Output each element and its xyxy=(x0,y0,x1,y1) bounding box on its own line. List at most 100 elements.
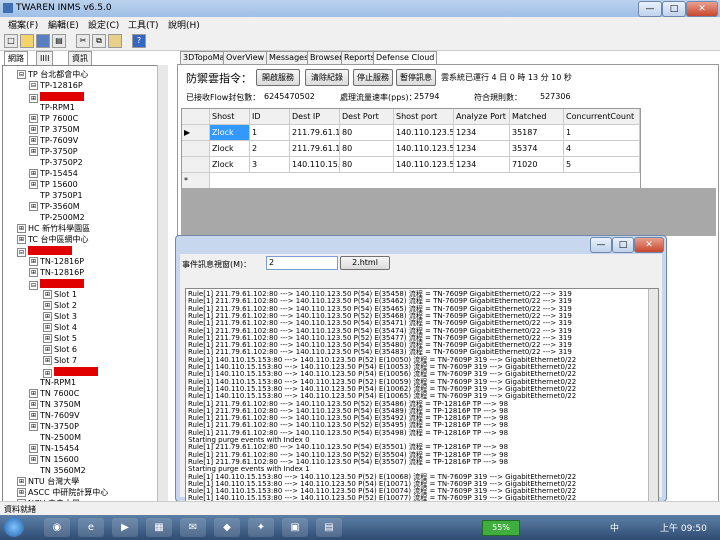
rules-grid[interactable]: Shost ID Dest IP Dest Port Shost port Analyze… xyxy=(181,108,641,190)
grid-cell[interactable]: 71020 xyxy=(510,157,564,173)
grid-cell[interactable]: 3 xyxy=(250,157,290,173)
grid-cell[interactable]: 211.79.61.102 xyxy=(290,141,340,157)
tree-toggle-icon[interactable]: ⊞ xyxy=(17,235,26,244)
grid-column-header[interactable]: ID xyxy=(250,109,290,125)
tree-node[interactable]: ⊟ TP 台北都會中心 xyxy=(17,70,88,80)
tree-toggle-icon[interactable]: ⊟ xyxy=(17,248,26,257)
tree-toggle-icon[interactable]: ⊞ xyxy=(29,411,38,420)
tree-toggle-icon[interactable]: ⊞ xyxy=(29,257,38,266)
paste-icon[interactable] xyxy=(108,34,122,48)
tree-toggle-icon[interactable]: ⊞ xyxy=(29,114,38,123)
tree-node[interactable]: ⊞ Slot 1 xyxy=(43,290,77,300)
grid-cell[interactable]: 80 xyxy=(340,141,394,157)
start-button[interactable] xyxy=(4,517,24,537)
row-header[interactable] xyxy=(182,141,210,157)
tree-node[interactable]: ⊞ NTU 台灣大學 xyxy=(17,477,79,487)
tree-node[interactable]: TN-2500M xyxy=(29,433,81,443)
grid-cell[interactable]: Zlock xyxy=(210,125,250,141)
event-log[interactable]: Rule[1] 211.79.61.102:80 ---> 140.110.12… xyxy=(185,288,659,516)
tree-toggle-icon[interactable]: ⊞ xyxy=(43,301,52,310)
tree-node[interactable]: ⊟ TP-12816P xyxy=(29,81,83,91)
grid-column-header[interactable]: Dest IP xyxy=(290,109,340,125)
maximize-button[interactable]: □ xyxy=(662,1,686,17)
tree-toggle-icon[interactable]: ⊞ xyxy=(29,147,38,156)
tree-toggle-icon[interactable]: ⊟ xyxy=(29,281,38,290)
grid-column-header[interactable]: ConcurrentCount xyxy=(564,109,640,125)
taskbar-app-6-icon[interactable]: ◆ xyxy=(214,518,240,537)
print-icon[interactable]: ▤ xyxy=(52,34,66,48)
grid-cell[interactable]: 80 xyxy=(340,157,394,173)
tree-node[interactable]: ⊞ TN-7609V xyxy=(29,411,80,421)
ime-indicator[interactable]: 中 xyxy=(610,521,619,534)
tree-toggle-icon[interactable]: ⊞ xyxy=(17,488,26,497)
taskbar-app-9-icon[interactable]: ▤ xyxy=(316,518,342,537)
clock[interactable]: 上午 09:50 xyxy=(660,521,707,534)
tab-browser[interactable]: Browser xyxy=(307,51,346,65)
menu-settings[interactable]: 設定(C) xyxy=(88,18,119,31)
tree-toggle-icon[interactable]: ⊞ xyxy=(29,94,38,103)
menu-file[interactable]: 檔案(F) xyxy=(8,18,38,31)
row-header[interactable]: ▶ xyxy=(182,125,210,141)
tree-node[interactable]: ⊞ Slot 4 xyxy=(43,323,77,333)
grid-cell[interactable]: 1234 xyxy=(454,141,510,157)
device-tree[interactable]: ⊟ TP 台北都會中心 ⊟ TP-12816P ⊞ TP-RPM1 ⊞ TP 7600C ⊞ TP… xyxy=(2,65,168,503)
taskbar-app-8-icon[interactable]: ▣ xyxy=(282,518,308,537)
tree-node[interactable]: TP-RPM1 xyxy=(29,103,75,113)
grid-cell[interactable]: 1234 xyxy=(454,125,510,141)
pause-messages-button[interactable]: 暫停訊息 xyxy=(396,69,436,86)
grid-cell[interactable]: 1 xyxy=(564,125,640,141)
menu-help[interactable]: 說明(H) xyxy=(168,18,200,31)
tree-node[interactable]: ⊞ TP-15454 xyxy=(29,169,78,179)
event-input[interactable]: 2 xyxy=(266,256,338,270)
tree-node[interactable]: ⊞ TN-12816P xyxy=(29,268,84,278)
tree-toggle-icon[interactable]: ⊞ xyxy=(29,202,38,211)
tree-toggle-icon[interactable]: ⊞ xyxy=(29,455,38,464)
grid-cell[interactable]: 5 xyxy=(564,157,640,173)
tree-toggle-icon[interactable]: ⊞ xyxy=(43,356,52,365)
grid-cell[interactable]: 35187 xyxy=(510,125,564,141)
grid-column-header[interactable]: Shost port xyxy=(394,109,454,125)
tree-node[interactable]: TN-RPM1 xyxy=(29,378,76,388)
copy-icon[interactable]: ⧉ xyxy=(92,34,106,48)
tab-second[interactable]: IIII xyxy=(36,51,54,65)
tree-node[interactable]: ⊞ TP-7609V xyxy=(29,136,78,146)
tree-toggle-icon[interactable]: ⊞ xyxy=(43,334,52,343)
grid-cell[interactable]: 211.79.61.102 xyxy=(290,125,340,141)
help-icon[interactable]: ? xyxy=(132,34,146,48)
tree-node[interactable]: ⊞ HC 新竹科學園區 xyxy=(17,224,90,234)
grid-cell[interactable]: 80 xyxy=(340,125,394,141)
dialog-close-button[interactable]: ✕ xyxy=(634,237,664,253)
tree-toggle-icon[interactable]: ⊞ xyxy=(29,389,38,398)
tree-toggle-icon[interactable]: ⊞ xyxy=(29,169,38,178)
grid-cell[interactable]: 4 xyxy=(564,141,640,157)
tree-node[interactable]: ⊞ ASCC 中研院計算中心 xyxy=(17,488,108,498)
tree-toggle-icon[interactable]: ⊞ xyxy=(29,444,38,453)
grid-cell[interactable]: 140.110.123.50 xyxy=(394,125,454,141)
grid-column-header[interactable]: Dest Port xyxy=(340,109,394,125)
tree-node[interactable]: ⊞ TN-12816P xyxy=(29,257,84,267)
tree-scrollbar[interactable] xyxy=(157,65,168,501)
grid-cell[interactable]: 1 xyxy=(250,125,290,141)
grid-cell[interactable]: 140.110.123.50 xyxy=(394,157,454,173)
tree-node[interactable]: ⊞ TN 15600 xyxy=(29,455,79,465)
tab-defense-cloud[interactable]: Defense Cloud xyxy=(373,51,438,65)
dialog-minimize-button[interactable]: — xyxy=(590,237,612,253)
tree-toggle-icon[interactable]: ⊞ xyxy=(43,369,52,378)
grid-column-header[interactable]: Shost xyxy=(210,109,250,125)
menu-edit[interactable]: 編輯(E) xyxy=(48,18,79,31)
grid-cell[interactable]: 140.110.123.50 xyxy=(394,141,454,157)
tree-toggle-icon[interactable]: ⊞ xyxy=(17,224,26,233)
grid-column-header[interactable]: Analyze Port xyxy=(454,109,510,125)
grid-cell[interactable]: 140.110.15.153 xyxy=(290,157,340,173)
tree-node[interactable]: ⊞ TP-3750P xyxy=(29,147,78,157)
start-service-button[interactable]: 開啟服務 xyxy=(256,69,300,86)
tree-node[interactable]: TP-3750P2 xyxy=(29,158,83,168)
tree-node[interactable]: TP 3750P1 xyxy=(29,191,83,201)
new-icon[interactable]: □ xyxy=(4,34,18,48)
tree-toggle-icon[interactable]: ⊞ xyxy=(29,268,38,277)
taskbar-app-4-icon[interactable]: ▦ xyxy=(146,518,172,537)
dialog-maximize-button[interactable]: □ xyxy=(612,237,634,253)
grid-cell[interactable]: 1234 xyxy=(454,157,510,173)
tree-node[interactable]: ⊞ TP 7600C xyxy=(29,114,78,124)
tree-node[interactable]: ⊞ TN 7600C xyxy=(29,389,79,399)
